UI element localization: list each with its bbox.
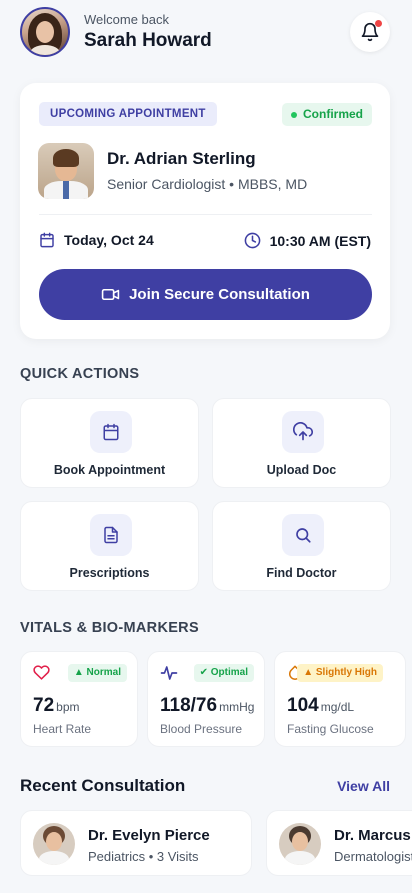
status-label: Confirmed [303,107,363,121]
notification-button[interactable] [350,12,390,52]
vital-caption: Fasting Glucose [287,722,374,736]
quick-action-book-appointment[interactable]: Book Appointment [20,398,199,488]
vital-card-blood-pressure[interactable]: ✔ Optimal 118/76 mmHg Blood Pressure [147,651,265,747]
search-icon [282,514,324,556]
doctor-name: Dr. Adrian Sterling [107,149,256,168]
header: Welcome back Sarah Howard [20,6,392,58]
time-label: 10:30 AM (EST) [269,232,371,249]
vital-unit: mg/dL [320,700,355,714]
vital-badge: ✔ Optimal [193,664,254,682]
calendar-icon [40,232,54,248]
quick-action-find-doctor[interactable]: Find Doctor [212,501,391,591]
pulse-icon [160,666,178,680]
quick-action-label: Prescriptions [69,566,150,580]
quick-actions-title: QUICK ACTIONS [20,366,140,382]
vital-unit: mmHg [219,700,255,714]
quick-action-upload-doc[interactable]: Upload Doc [212,398,391,488]
vital-number: 104 [287,695,319,716]
appointment-time: 10:30 AM (EST) [244,232,371,249]
calendar-icon [90,411,132,453]
cloud-upload-icon [282,411,324,453]
notification-dot [375,20,382,27]
vital-value: 72 bpm [33,695,79,717]
quick-action-label: Book Appointment [53,463,166,477]
document-icon [90,514,132,556]
upcoming-tag: UPCOMING APPOINTMENT [39,102,217,126]
welcome-text: Welcome back [84,11,170,27]
vital-badge: ▲ Slightly High [297,664,383,682]
arrow-up-icon: ▲ [303,667,316,678]
quick-action-label: Upload Doc [266,463,337,477]
vital-card-heart-rate[interactable]: ▲ Normal 72 bpm Heart Rate [20,651,138,747]
vital-number: 118/76 [160,695,218,716]
consultation-card[interactable]: Dr. Evelyn Pierce Pediatrics • 3 Visits [20,810,252,876]
consultation-doctor-name: Dr. Evelyn Pierce [88,827,210,844]
doctor-avatar [33,823,75,865]
appointment-date: Today, Oct 24 [39,232,154,248]
user-name: Sarah Howard [84,29,212,51]
arrow-up-icon: ▲ [73,667,87,678]
consultation-doctor-name: Dr. Marcus [334,827,411,844]
greeting: Welcome back Sarah Howard [84,11,212,54]
vital-badge: ▲ Normal [67,664,127,682]
consultation-card[interactable]: Dr. Marcus Dermatologist [266,810,412,876]
video-icon [101,288,120,301]
vital-badge-label: Normal [86,667,121,678]
status-dot [291,111,297,118]
recent-consultation-title: Recent Consultation [20,776,186,795]
vital-value: 104 mg/dL [287,695,354,717]
check-icon: ✔ [199,667,211,678]
vital-badge-label: Optimal [210,667,248,678]
doctor-photo [38,143,94,199]
consultation-details: Dermatologist [334,849,412,864]
user-avatar[interactable] [20,7,70,57]
heart-icon [33,665,50,680]
vital-caption: Heart Rate [33,722,92,736]
view-all-link[interactable]: View All [337,778,390,794]
vitals-title: VITALS & BIO-MARKERS [20,620,199,636]
vital-card-fasting-glucose[interactable]: ▲ Slightly High 104 mg/dL Fasting Glucose [274,651,406,747]
join-label: Join Secure Consultation [129,286,310,303]
vital-number: 72 [33,695,55,716]
quick-action-prescriptions[interactable]: Prescriptions [20,501,199,591]
vital-badge-label: Slightly High [315,667,377,678]
status-badge: Confirmed [282,103,372,126]
doctor-specialty: Senior Cardiologist • MBBS, MD [107,176,308,192]
clock-icon [244,232,260,249]
quick-action-label: Find Doctor [266,566,337,580]
consultation-details: Pediatrics • 3 Visits [88,849,199,864]
upcoming-appointment-card: UPCOMING APPOINTMENT Confirmed Dr. Adria… [20,83,390,339]
vital-value: 118/76 mmHg [160,695,254,717]
join-consultation-button[interactable]: Join Secure Consultation [39,269,372,320]
divider [39,214,372,215]
doctor-avatar [279,823,321,865]
vital-caption: Blood Pressure [160,722,243,736]
vital-unit: bpm [56,700,80,714]
date-label: Today, Oct 24 [64,232,154,248]
